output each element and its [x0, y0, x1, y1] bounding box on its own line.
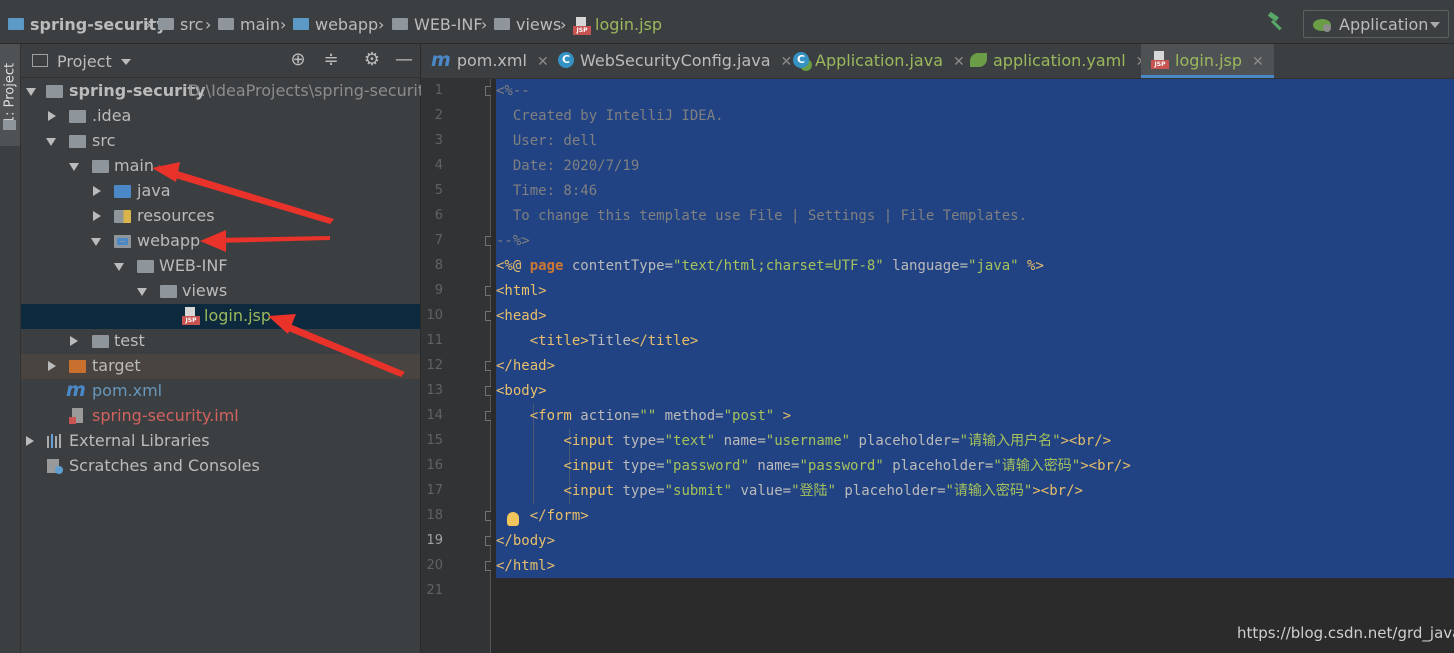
annotation-arrow [200, 230, 330, 252]
annotation-arrow [268, 314, 405, 377]
annotation-arrow [152, 162, 334, 224]
annotation-arrows [152, 162, 405, 377]
